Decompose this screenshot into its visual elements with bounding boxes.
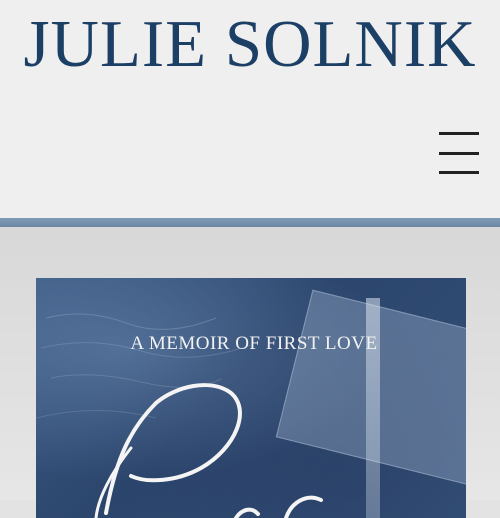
book-cover-image[interactable]: A MEMOIR OF FIRST LOVE xyxy=(36,278,466,518)
book-title-script xyxy=(94,383,323,518)
menu-line xyxy=(439,151,479,155)
site-logo[interactable]: JULIE SOLNIK xyxy=(0,6,500,82)
header-divider-band xyxy=(0,218,500,227)
menu-line xyxy=(439,171,479,174)
site-header: JULIE SOLNIK xyxy=(0,0,500,218)
hamburger-menu-icon[interactable] xyxy=(436,132,482,174)
menu-line xyxy=(439,132,479,135)
